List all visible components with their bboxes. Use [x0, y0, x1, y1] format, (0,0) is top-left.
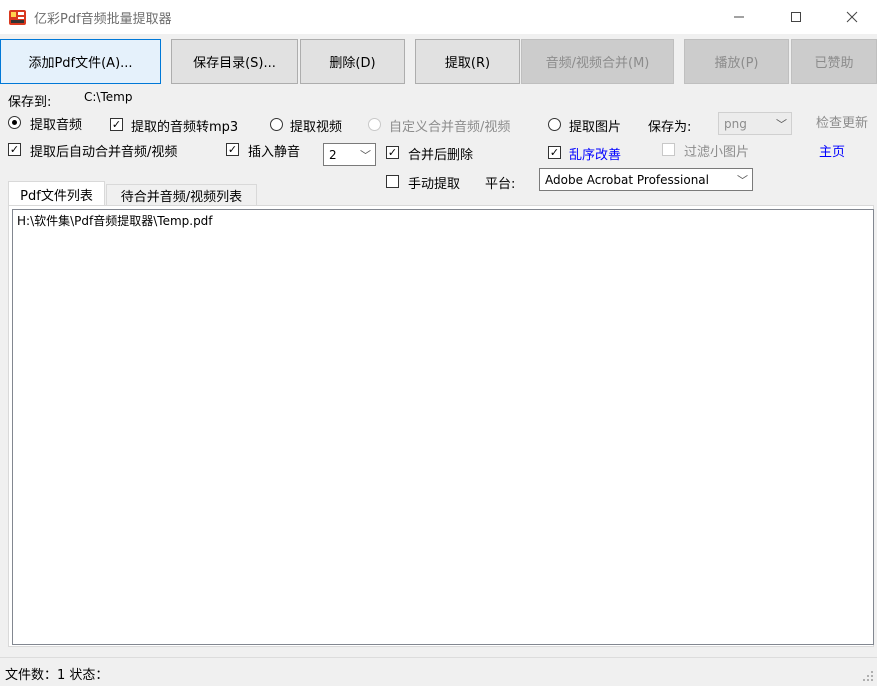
delete-after-merge-label: 合并后删除 — [408, 148, 474, 163]
tab-pdf-list[interactable]: Pdf文件列表 — [8, 181, 105, 206]
manual-extract-checkbox[interactable] — [386, 175, 399, 188]
chevron-down-icon: ﹀ — [737, 174, 748, 187]
close-button[interactable] — [828, 0, 876, 34]
extract-video-label: 提取视频 — [290, 120, 343, 135]
platform-value: Adobe Acrobat Professional — [545, 172, 709, 187]
minimize-button[interactable] — [715, 0, 763, 34]
merge-button[interactable]: 音频/视频合并(M) — [521, 39, 674, 84]
insert-silence-label: 插入静音 — [248, 145, 301, 160]
status-bar: 文件数：1 状态： — [0, 657, 877, 685]
convert-mp3-label: 提取的音频转mp3 — [131, 120, 239, 135]
title-bar: 亿彩Pdf音频批量提取器 — [0, 0, 877, 34]
file-list[interactable]: H:\软件集\Pdf音频提取器\Temp.pdf — [12, 209, 874, 645]
extract-image-radio[interactable] — [548, 118, 561, 131]
manual-extract-label: 手动提取 — [408, 177, 461, 192]
extract-video-radio[interactable] — [270, 118, 283, 131]
delete-button[interactable]: 删除(D) — [300, 39, 405, 84]
insert-silence-checkbox[interactable]: ✓ — [226, 143, 239, 156]
window-title: 亿彩Pdf音频批量提取器 — [34, 12, 172, 27]
save-dir-button[interactable]: 保存目录(S)... — [171, 39, 298, 84]
save-to-label: 保存到: — [8, 95, 52, 110]
check-update-link[interactable]: 检查更新 — [816, 112, 868, 131]
auto-merge-checkbox[interactable]: ✓ — [8, 143, 21, 156]
custom-merge-label: 自定义合并音频/视频 — [389, 120, 511, 135]
silence-value-select[interactable]: 2 ﹀ — [323, 143, 376, 166]
play-button[interactable]: 播放(P) — [684, 39, 789, 84]
filter-small-checkbox[interactable] — [662, 143, 675, 156]
chevron-down-icon: ﹀ — [360, 149, 371, 162]
image-format-select[interactable]: png ﹀ — [718, 112, 792, 135]
extract-button[interactable]: 提取(R) — [415, 39, 520, 84]
add-pdf-button[interactable]: 添加Pdf文件(A)... — [0, 39, 161, 84]
sponsored-button[interactable]: 已赞助 — [791, 39, 877, 84]
resize-grip-icon[interactable] — [860, 668, 874, 682]
convert-mp3-checkbox[interactable]: ✓ — [110, 118, 123, 131]
auto-merge-label: 提取后自动合并音频/视频 — [30, 145, 178, 160]
save-to-path: C:\Temp — [84, 90, 133, 104]
save-as-label: 保存为: — [648, 120, 692, 135]
extract-image-label: 提取图片 — [569, 120, 622, 135]
custom-merge-radio[interactable] — [368, 118, 381, 131]
fix-garbled-label[interactable]: 乱序改善 — [569, 144, 621, 163]
platform-label: 平台: — [485, 177, 516, 192]
homepage-link[interactable]: 主页 — [819, 141, 845, 160]
silence-value: 2 — [329, 147, 337, 162]
delete-after-merge-checkbox[interactable]: ✓ — [386, 146, 399, 159]
platform-select[interactable]: Adobe Acrobat Professional ﹀ — [539, 168, 753, 191]
fix-garbled-checkbox[interactable]: ✓ — [548, 146, 561, 159]
extract-audio-label: 提取音频 — [30, 118, 83, 133]
tab-merge-list[interactable]: 待合并音频/视频列表 — [106, 184, 257, 206]
status-text: 文件数：1 状态： — [5, 668, 109, 683]
image-format-value: png — [724, 116, 747, 131]
list-item[interactable]: H:\软件集\Pdf音频提取器\Temp.pdf — [17, 212, 213, 229]
app-icon — [8, 8, 27, 27]
chevron-down-icon: ﹀ — [776, 118, 787, 131]
maximize-button[interactable] — [772, 0, 820, 34]
filter-small-label: 过滤小图片 — [684, 145, 750, 160]
extract-audio-radio[interactable] — [8, 116, 21, 129]
